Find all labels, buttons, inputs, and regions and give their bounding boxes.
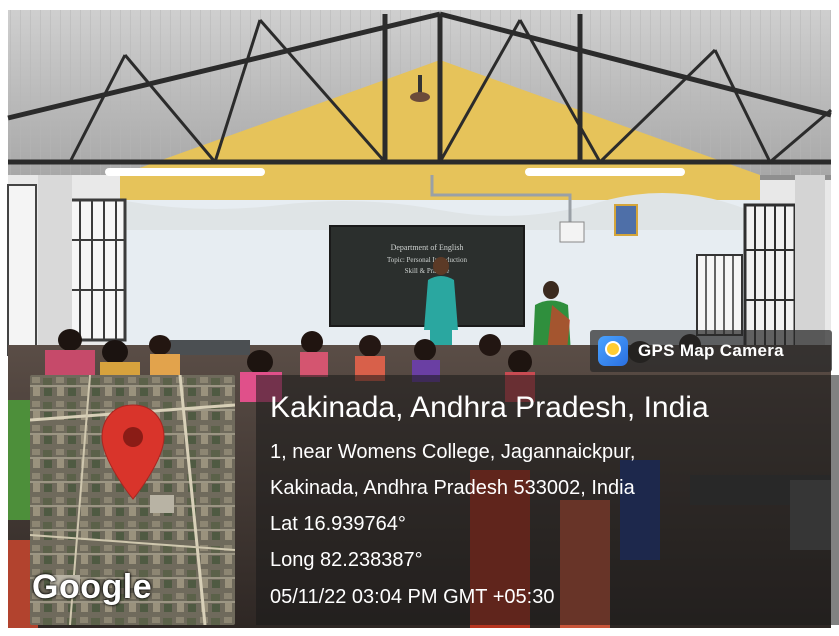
blackboard-line-2: Topic: Personal Introduction [387,256,467,264]
map-thumbnail: Google [30,375,235,625]
app-name: GPS Map Camera [638,341,784,360]
google-logo: Google [32,568,153,606]
classroom-photo: Department of English Topic: Personal In… [0,0,839,636]
datetime-stamp: 05/11/22 03:04 PM GMT +05:30 [270,586,555,608]
blackboard-line-1: Department of English [391,243,464,252]
latitude: Lat 16.939764° [270,513,406,535]
address-line-2: Kakinada, Andhra Pradesh 533002, India [270,477,635,499]
location-info-panel: Kakinada, Andhra Pradesh, India 1, near … [256,375,839,625]
location-title: Kakinada, Andhra Pradesh, India [270,391,709,424]
longitude: Long 82.238387° [270,549,423,571]
gps-map-camera-icon [598,336,628,366]
address-line-1: 1, near Womens College, Jagannaickpur, [270,441,636,463]
gps-map-camera-badge: GPS Map Camera [590,330,832,372]
